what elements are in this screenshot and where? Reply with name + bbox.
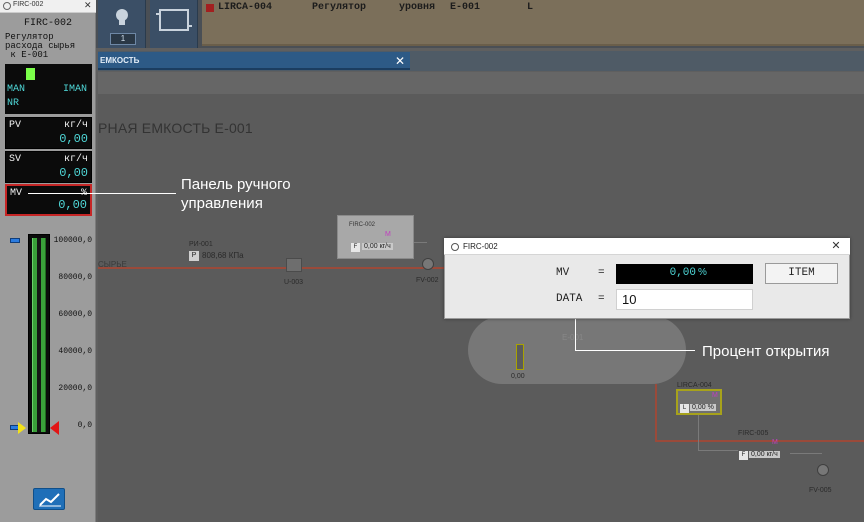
signal-line-3	[698, 450, 738, 451]
lightbulb-icon	[116, 9, 128, 25]
dialog-title: FIRC-002	[463, 242, 498, 251]
firc-005-value: 0,00 кг/ч	[749, 451, 780, 458]
outlet-pipe	[655, 440, 864, 442]
scale-label: 80000,0	[58, 273, 92, 282]
alarm-desc-2: уровня	[399, 2, 436, 13]
pi-001-letter: P	[189, 251, 199, 261]
outlet-pipe-vertical	[655, 384, 657, 442]
dialog-data-label: DATA	[556, 293, 583, 305]
annotation-line-panel	[28, 193, 176, 194]
mode-man: MAN	[7, 84, 26, 95]
firc-002-value: 0,00 кг/ч	[362, 243, 393, 250]
scale-label: 0,0	[77, 421, 92, 430]
firc-005-tag: FIRC-005	[738, 430, 769, 437]
faceplate-tag: FIRC-002	[23, 18, 72, 29]
tank-level-indicator	[516, 344, 524, 370]
dialog-titlebar[interactable]	[444, 238, 850, 255]
annotation-manual-panel: Панель ручного управления	[181, 176, 291, 212]
fv-005-label: FV-005	[809, 487, 832, 494]
firc-002-tag: FIRC-002	[349, 222, 376, 228]
firc-002-mode: M	[385, 231, 391, 238]
faceplate-description: Регулятор расхода сырья к Е-001	[5, 32, 76, 60]
tab-close-icon[interactable]: ✕	[392, 52, 408, 70]
pi-001-tag: PИ-001	[189, 241, 213, 248]
pv-label: PV	[9, 120, 22, 131]
valve-u-003-icon[interactable]	[286, 258, 302, 272]
scale-label: 20000,0	[58, 384, 92, 393]
tab-tank[interactable]	[98, 52, 410, 70]
annotation-line-percent-h	[575, 350, 695, 351]
tab-tank-label: ЕМКОСТЬ	[100, 56, 140, 65]
mv-value: 0,00	[58, 198, 87, 212]
lirca-004-mode: M	[712, 392, 718, 399]
signal-line	[413, 242, 427, 243]
status-led	[26, 68, 35, 80]
annotation-open-percent: Процент открытия	[702, 343, 830, 360]
signal-line-2	[698, 415, 699, 450]
trend-button[interactable]	[33, 488, 65, 510]
data-input[interactable]	[616, 289, 753, 310]
trend-chart-icon	[39, 493, 61, 507]
scheme-title: РНАЯ ЕМКОСТЬ Е-001	[98, 120, 253, 136]
dialog-equals-1: =	[598, 267, 605, 279]
dialog-mv-label: MV	[556, 267, 570, 279]
alarm-desc-1: Регулятор	[312, 2, 367, 13]
bar-graph-pv	[37, 238, 41, 432]
u-003-label: U-003	[284, 279, 304, 286]
mv-box[interactable]: MV % 0,00	[5, 184, 92, 216]
mv-label: MV	[10, 188, 23, 199]
alarm-count-badge: 1	[110, 33, 136, 45]
faceplate-window-title: FIRC-002	[13, 1, 44, 8]
pv-value: 0,00	[59, 132, 88, 146]
close-icon[interactable]: ✕	[84, 0, 92, 11]
lirca-004-letter: L	[680, 404, 689, 413]
scale-label: 60000,0	[58, 310, 92, 319]
mode-iman: IMAN	[63, 84, 88, 95]
window-icon	[451, 243, 459, 251]
scale-label: 100000,0	[53, 236, 92, 245]
dialog-equals-2: =	[598, 293, 605, 305]
sv-unit: кг/ч	[63, 154, 88, 165]
sv-label: SV	[9, 154, 22, 165]
valve-fv-002-icon[interactable]	[422, 258, 434, 270]
canvas-header-strip	[98, 72, 864, 94]
faceplate-panel: FIRC-002 ✕ FIRC-002 Регулятор расхода сы…	[0, 0, 96, 522]
lirca-004-value: 0,00 %	[690, 404, 716, 411]
sv-box[interactable]: SV кг/ч 0,00	[5, 151, 92, 183]
overview-button[interactable]	[150, 0, 198, 48]
mode-nr: NR	[7, 98, 20, 109]
alarm-tag: LIRCA-004	[218, 2, 273, 13]
scale-label: 40000,0	[58, 347, 92, 356]
pv-unit: кг/ч	[63, 120, 88, 131]
feed-pipe	[98, 267, 448, 269]
lirca-004-tag: LIRCA-004	[677, 382, 712, 389]
pi-001-value: 808,68 КПа	[202, 251, 244, 260]
feed-label: СЫРЬЕ	[98, 260, 127, 269]
signal-line-4	[790, 453, 822, 454]
dialog-close-icon[interactable]: ✕	[828, 239, 844, 254]
sv-pointer[interactable]	[18, 422, 26, 434]
tank-name: E-001	[562, 333, 584, 342]
firc-002-letter: F	[351, 243, 360, 252]
pv-box: PV кг/ч 0,00	[5, 117, 92, 149]
dialog-mv-unit: %	[698, 267, 707, 278]
sv-value: 0,00	[59, 166, 88, 180]
alarm-unit: E-001	[450, 2, 481, 13]
firc-005-mode: M	[772, 439, 778, 446]
process-schema-icon	[156, 9, 192, 31]
high-limit-marker[interactable]	[10, 238, 20, 243]
alarm-priority-indicator	[206, 4, 214, 12]
alarm-level: L	[527, 2, 534, 13]
valve-fv-005-icon[interactable]	[817, 464, 829, 476]
firc-005-letter: F	[739, 451, 748, 460]
item-button[interactable]: ITEM	[765, 263, 838, 284]
tank-level-value: 0,00	[511, 373, 525, 380]
fv-002-label: FV-002	[416, 277, 439, 284]
window-icon	[3, 2, 11, 10]
dialog-mv-value: 0,00	[669, 267, 696, 279]
